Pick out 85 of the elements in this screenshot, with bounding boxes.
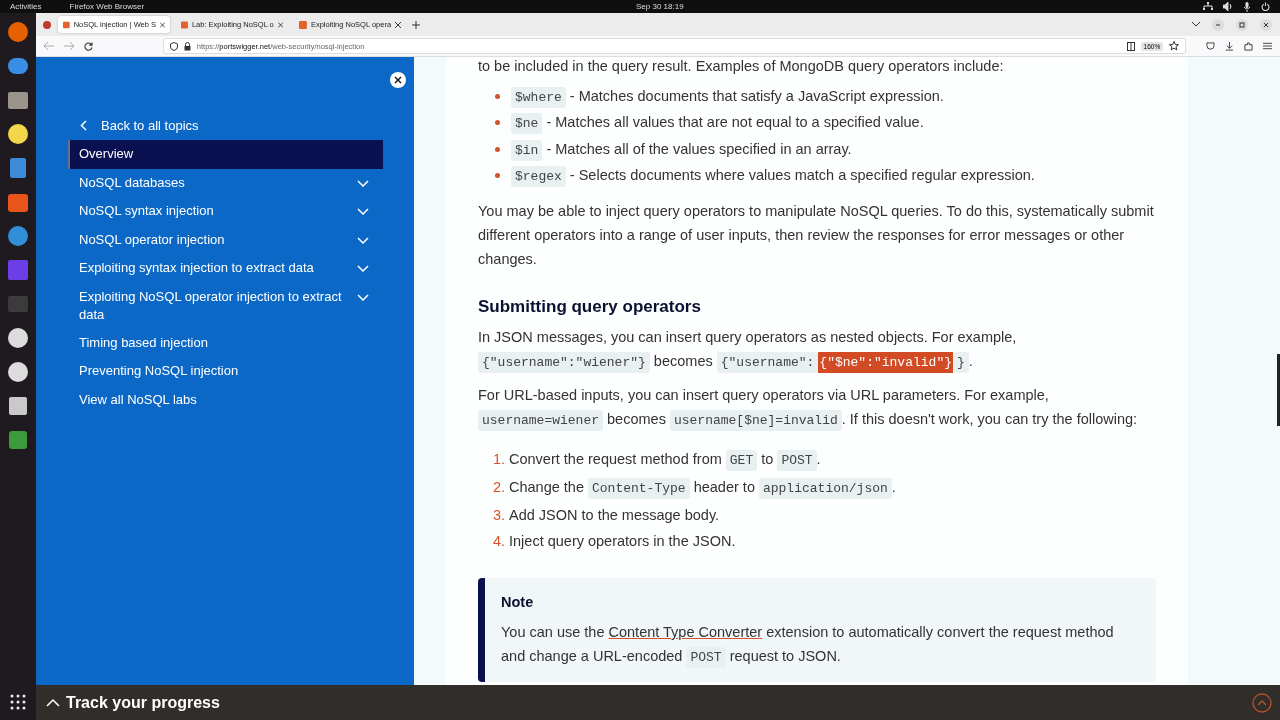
step-number: 3.	[493, 506, 507, 525]
clock[interactable]: Sep 30 18:19	[636, 2, 684, 11]
step-number: 1.	[493, 450, 507, 469]
chevron-down-icon[interactable]	[357, 236, 369, 244]
list-item: $where - Matches documents that satisfy a JavaScript expression.	[511, 87, 944, 105]
favicon-icon	[181, 20, 188, 29]
list-item: Inject query operators in the JSON.	[509, 532, 736, 551]
inline-code: username[$ne]=invalid	[669, 410, 842, 431]
track-progress-button[interactable]: Track your progress	[66, 693, 220, 712]
download-icon[interactable]	[1225, 41, 1235, 51]
app-grid-icon[interactable]	[10, 694, 26, 710]
scroll-top-icon[interactable]	[1252, 692, 1272, 713]
chevron-down-icon[interactable]	[357, 208, 369, 215]
power-icon[interactable]	[1261, 2, 1270, 11]
sidebar-item[interactable]: Exploiting syntax injection to extract data	[68, 254, 383, 283]
paragraph: For URL-based inputs, you can insert query operators via URL parameters. For example, username=wiener becomes username[$ne]=invalid . If this doesn't work, you can try the following:	[478, 383, 1156, 433]
paragraph: In JSON messages, you can insert query operators as nested objects. For example, {"username":"wiener"} becomes {"username": {"$ne":"invalid"} } .	[478, 325, 1156, 375]
inline-code: Content-Type	[588, 478, 690, 499]
bullet-icon	[495, 173, 500, 179]
back-link[interactable]: Back to all topics	[80, 111, 414, 139]
bullet-icon	[495, 146, 500, 152]
tab-list-icon[interactable]	[1192, 22, 1200, 27]
step-number: 2.	[493, 478, 507, 497]
extensions-icon[interactable]	[1244, 41, 1254, 51]
reader-view-icon[interactable]	[1126, 41, 1135, 51]
volume-icon[interactable]	[1223, 2, 1233, 11]
close-icon[interactable]	[395, 21, 401, 28]
bullet-icon	[495, 120, 500, 126]
list-item: $in - Matches all of the values specified in an array.	[511, 140, 852, 158]
microphone-icon[interactable]	[1243, 1, 1251, 12]
paragraph: You can use the Content Type Converter extension to automatically convert the request method and change a URL-encoded POST request to JSON.	[501, 620, 1140, 670]
note-title: Note	[501, 594, 535, 610]
paragraph: You may be able to inject query operators to manipulate NoSQL queries. To do this, systematically submit different operators into a range of user inputs, then review the responses for error messages or other changes.	[478, 202, 1155, 269]
list-item: $ne - Matches all values that are not equal to a specified value.	[511, 114, 924, 132]
star-icon[interactable]	[1169, 41, 1180, 51]
bullet-icon	[495, 93, 500, 99]
inline-code: $in	[511, 139, 543, 161]
link[interactable]: Content Type Converter	[608, 624, 763, 640]
inline-code: $where	[511, 86, 566, 108]
inline-code: username=wiener	[478, 410, 604, 431]
inline-code: POST	[686, 647, 726, 668]
sidebar-item[interactable]: Timing based injection	[68, 328, 383, 357]
scrollbar[interactable]	[1277, 354, 1280, 426]
chevron-down-icon[interactable]	[357, 179, 369, 187]
list-item: Convert the request method from GET to POST .	[509, 447, 821, 473]
inline-code: $ne	[511, 113, 543, 135]
paragraph: to be included in the query result. Examples of MongoDB query operators include:	[478, 57, 1005, 75]
inline-code: application/json	[758, 478, 892, 499]
minimize-icon[interactable]	[1212, 18, 1224, 31]
list-item: Change the Content-Type header to application/json .	[509, 475, 896, 501]
sidebar-item[interactable]: Preventing NoSQL injection	[68, 357, 383, 386]
new-tab-icon[interactable]	[412, 20, 420, 29]
shield-icon	[169, 41, 178, 51]
sidebar-item[interactable]: NoSQL operator injection	[68, 225, 383, 254]
list-item: $regex - Selects documents where values match a specified regular expression.	[511, 167, 1035, 185]
sidebar-item[interactable]: Overview	[68, 140, 383, 169]
chevron-down-icon[interactable]	[357, 265, 369, 272]
app-menu[interactable]: Firefox Web Browser	[69, 2, 145, 11]
sidebar-item[interactable]: NoSQL syntax injection	[68, 197, 383, 226]
chevron-up-icon[interactable]	[46, 698, 60, 707]
maximize-icon[interactable]	[1236, 18, 1248, 31]
inline-code: POST	[777, 450, 817, 471]
inline-code: $regex	[511, 166, 566, 188]
pocket-icon[interactable]	[1206, 41, 1216, 51]
favicon-icon	[63, 20, 70, 29]
chevron-left-icon	[80, 119, 87, 131]
step-number: 4.	[493, 532, 507, 551]
close-icon[interactable]	[390, 72, 406, 88]
close-icon[interactable]	[1260, 18, 1272, 31]
selected-code: {"$ne":"invalid"}	[818, 352, 953, 373]
inline-code: GET	[725, 450, 758, 471]
reload-icon[interactable]	[83, 41, 93, 51]
sidebar-item[interactable]: View all NoSQL labs	[68, 385, 383, 414]
sidebar-item[interactable]: NoSQL databases	[68, 168, 383, 197]
activities-button[interactable]: Activities	[10, 2, 42, 11]
favicon-icon	[299, 20, 307, 29]
chevron-down-icon[interactable]	[357, 293, 369, 301]
menu-icon[interactable]	[1263, 42, 1272, 50]
list-item: Add JSON to the message body.	[509, 506, 720, 525]
inline-code: {"username":	[716, 352, 819, 373]
inline-code: {"username":"wiener"}	[478, 352, 650, 373]
network-icon[interactable]	[1203, 2, 1213, 11]
lock-icon	[183, 41, 191, 51]
section-heading: Submitting query operators	[478, 297, 702, 317]
sidebar-item[interactable]: Exploiting NoSQL operator injection to extract data	[68, 282, 383, 329]
